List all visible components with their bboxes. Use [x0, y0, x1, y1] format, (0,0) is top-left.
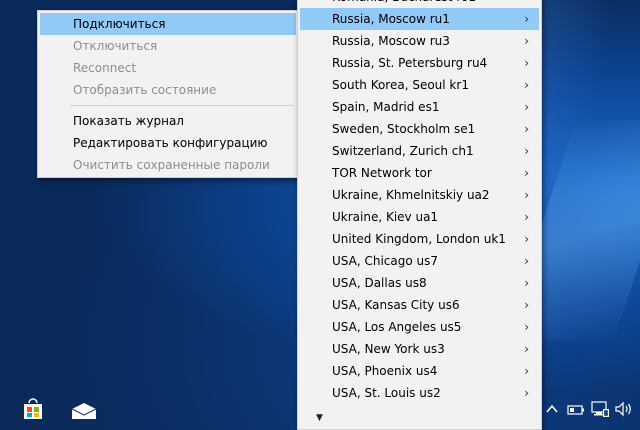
server-item[interactable]: USA, Dallas us8 › — [300, 272, 539, 294]
chevron-right-icon: › — [524, 188, 529, 202]
chevron-right-icon: › — [524, 78, 529, 92]
server-item-label: Romania, Bucharest ro1 — [332, 0, 476, 4]
chevron-right-icon: › — [524, 254, 529, 268]
server-item[interactable]: TOR Network tor › — [300, 162, 539, 184]
volume-icon[interactable] — [615, 401, 633, 417]
server-item[interactable]: Switzerland, Zurich ch1 › — [300, 140, 539, 162]
chevron-right-icon: › — [524, 122, 529, 136]
chevron-right-icon: › — [524, 210, 529, 224]
vpn-context-menu: Подключиться Отключиться Reconnect Отобр… — [37, 10, 299, 178]
chevron-up-icon[interactable] — [545, 402, 559, 416]
chevron-right-icon: › — [524, 320, 529, 334]
server-item[interactable]: Sweden, Stockholm se1 › — [300, 118, 539, 140]
chevron-right-icon: › — [524, 342, 529, 356]
menu-item-edit-config[interactable]: Редактировать конфигурацию — [40, 132, 296, 154]
server-item-label: TOR Network tor — [332, 166, 432, 180]
chevron-right-icon: › — [524, 144, 529, 158]
server-item[interactable]: USA, Phoenix us4 › — [300, 360, 539, 382]
server-item[interactable]: United Kingdom, London uk1 › — [300, 228, 539, 250]
server-item-label: USA, Los Angeles us5 — [332, 320, 462, 334]
menu-item-clear-passwords[interactable]: Очистить сохраненные пароли — [40, 154, 296, 176]
server-item-label: South Korea, Seoul kr1 — [332, 78, 469, 92]
chevron-right-icon: › — [524, 232, 529, 246]
menu-item-disconnect[interactable]: Отключиться — [40, 35, 296, 57]
chevron-right-icon: › — [524, 166, 529, 180]
server-item[interactable]: Romania, Bucharest ro1 › — [300, 0, 539, 8]
server-item-label: USA, Phoenix us4 — [332, 364, 438, 378]
server-item-label: USA, New York us3 — [332, 342, 445, 356]
server-item[interactable]: South Korea, Seoul kr1 › — [300, 74, 539, 96]
menu-item-connect[interactable]: Подключиться — [40, 13, 296, 35]
server-item-label: Sweden, Stockholm se1 — [332, 122, 476, 136]
server-item[interactable]: Russia, St. Petersburg ru4 › — [300, 52, 539, 74]
server-item-label: USA, St. Louis us2 — [332, 386, 441, 400]
store-icon[interactable] — [22, 398, 44, 420]
menu-item-reconnect[interactable]: Reconnect — [40, 57, 296, 79]
server-item-label: United Kingdom, London uk1 — [332, 232, 506, 246]
server-item-label: Spain, Madrid es1 — [332, 100, 440, 114]
server-item-label: Switzerland, Zurich ch1 — [332, 144, 474, 158]
server-item[interactable]: Ukraine, Kiev ua1 › — [300, 206, 539, 228]
server-item[interactable]: USA, Chicago us7 › — [300, 250, 539, 272]
server-item-label: Ukraine, Khmelnitskiy ua2 — [332, 188, 490, 202]
chevron-right-icon: › — [524, 100, 529, 114]
battery-icon[interactable] — [567, 404, 585, 416]
server-item-label: Russia, Moscow ru1 — [332, 12, 450, 26]
server-item[interactable]: Russia, Moscow ru3 › — [300, 30, 539, 52]
scroll-down-arrow-icon[interactable]: ▼ — [316, 413, 326, 423]
server-item-label: USA, Kansas City us6 — [332, 298, 460, 312]
server-item[interactable]: Ukraine, Khmelnitskiy ua2 › — [300, 184, 539, 206]
menu-item-show-log[interactable]: Показать журнал — [40, 110, 296, 132]
chevron-right-icon: › — [524, 12, 529, 26]
server-item[interactable]: USA, Kansas City us6 › — [300, 294, 539, 316]
server-item[interactable]: USA, New York us3 › — [300, 338, 539, 360]
mail-icon[interactable] — [71, 402, 97, 420]
server-item-label: Russia, Moscow ru3 — [332, 34, 450, 48]
chevron-right-icon: › — [524, 56, 529, 70]
server-item-label: Russia, St. Petersburg ru4 — [332, 56, 488, 70]
chevron-right-icon: › — [524, 298, 529, 312]
chevron-right-icon: › — [524, 364, 529, 378]
chevron-right-icon: › — [524, 0, 529, 8]
server-item[interactable]: USA, Los Angeles us5 › — [300, 316, 539, 338]
menu-separator — [70, 105, 294, 106]
server-submenu: Romania, Bucharest ro1›Russia, Moscow ru… — [297, 0, 542, 430]
server-item-label: Ukraine, Kiev ua1 — [332, 210, 439, 224]
network-icon[interactable] — [590, 400, 610, 418]
chevron-right-icon: › — [524, 386, 529, 400]
chevron-right-icon: › — [524, 276, 529, 290]
server-item-label: USA, Chicago us7 — [332, 254, 438, 268]
server-list: Romania, Bucharest ro1›Russia, Moscow ru… — [300, 0, 539, 404]
server-item[interactable]: Russia, Moscow ru1 › — [300, 8, 539, 30]
menu-item-show-status[interactable]: Отобразить состояние — [40, 79, 296, 101]
server-item[interactable]: Spain, Madrid es1 › — [300, 96, 539, 118]
chevron-right-icon: › — [524, 34, 529, 48]
server-item[interactable]: USA, St. Louis us2 › — [300, 382, 539, 404]
server-item-label: USA, Dallas us8 — [332, 276, 427, 290]
